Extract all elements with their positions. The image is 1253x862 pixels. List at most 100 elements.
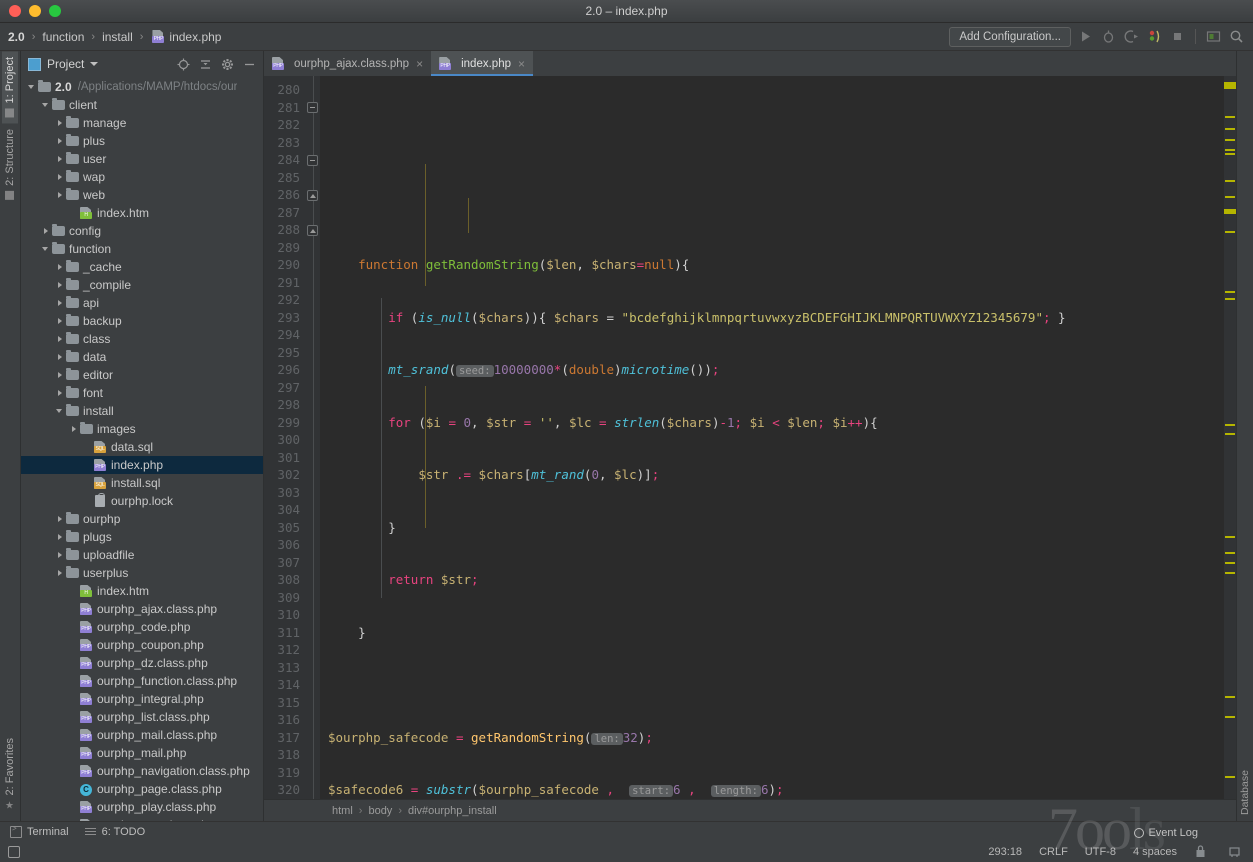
close-tab-icon[interactable]: × xyxy=(518,57,525,71)
tree-item[interactable]: data xyxy=(21,348,263,366)
tree-item[interactable]: 2.0/Applications/MAMP/htdocs/our xyxy=(21,78,263,96)
breadcrumb-project[interactable]: 2.0 xyxy=(8,30,25,44)
breadcrumb-file[interactable]: index.php xyxy=(169,30,221,44)
tree-item[interactable]: ourphp.lock xyxy=(21,492,263,510)
tree-item[interactable]: plus xyxy=(21,132,263,150)
chevron-down-icon[interactable] xyxy=(27,82,37,92)
run-icon[interactable] xyxy=(1077,28,1094,45)
run-with-coverage-icon[interactable] xyxy=(1123,28,1140,45)
tool-tab-database[interactable]: Database xyxy=(1237,57,1253,821)
chevron-right-icon[interactable] xyxy=(55,352,65,362)
tree-item[interactable]: images xyxy=(21,420,263,438)
tree-item[interactable]: user xyxy=(21,150,263,168)
locate-icon[interactable] xyxy=(177,58,190,71)
tree-item[interactable]: backup xyxy=(21,312,263,330)
fold-marker-icon[interactable] xyxy=(307,102,318,113)
chevron-down-icon[interactable] xyxy=(90,62,99,66)
chevron-right-icon[interactable] xyxy=(55,154,65,164)
stop-icon[interactable] xyxy=(1169,28,1186,45)
tree-item[interactable]: PHP ourphp_ajax.class.php xyxy=(21,600,263,618)
debug-icon[interactable] xyxy=(1100,28,1117,45)
chevron-down-icon[interactable] xyxy=(41,244,51,254)
tree-item[interactable]: editor xyxy=(21,366,263,384)
layout-icon[interactable] xyxy=(1205,28,1222,45)
chevron-right-icon[interactable] xyxy=(55,532,65,542)
tree-item[interactable]: api xyxy=(21,294,263,312)
editor-tab[interactable]: PHP ourphp_ajax.class.php × xyxy=(264,51,431,76)
chevron-right-icon[interactable] xyxy=(55,334,65,344)
hide-panel-icon[interactable] xyxy=(243,58,256,71)
collapse-all-icon[interactable] xyxy=(199,58,212,71)
chevron-right-icon[interactable] xyxy=(55,298,65,308)
tree-item[interactable]: client xyxy=(21,96,263,114)
indent-setting[interactable]: 4 spaces xyxy=(1133,846,1177,858)
tree-item[interactable]: userplus xyxy=(21,564,263,582)
chevron-right-icon[interactable] xyxy=(55,388,65,398)
breadcrumb-div[interactable]: div#ourphp_install xyxy=(408,805,497,817)
add-configuration-button[interactable]: Add Configuration... xyxy=(949,26,1071,47)
chevron-right-icon[interactable] xyxy=(41,226,51,236)
tree-item[interactable]: PHP ourphp_dz.class.php xyxy=(21,654,263,672)
tree-item[interactable]: manage xyxy=(21,114,263,132)
chevron-right-icon[interactable] xyxy=(55,550,65,560)
tool-button-todo[interactable]: 6: TODO xyxy=(84,826,145,838)
tree-item[interactable]: uploadfile xyxy=(21,546,263,564)
chevron-right-icon[interactable] xyxy=(55,568,65,578)
tree-item[interactable]: SQL data.sql xyxy=(21,438,263,456)
chevron-right-icon[interactable] xyxy=(69,424,79,434)
tree-item[interactable]: Hindex.htm xyxy=(21,582,263,600)
tree-item[interactable]: PHP ourphp_function.class.php xyxy=(21,672,263,690)
chevron-down-icon[interactable] xyxy=(41,100,51,110)
tool-tab-structure[interactable]: 2: Structure xyxy=(2,123,18,206)
tree-item[interactable]: class xyxy=(21,330,263,348)
chevron-down-icon[interactable] xyxy=(55,406,65,416)
chevron-right-icon[interactable] xyxy=(55,370,65,380)
tree-item[interactable]: _cache xyxy=(21,258,263,276)
error-stripe-bar[interactable] xyxy=(1224,76,1236,799)
tree-item[interactable]: install xyxy=(21,402,263,420)
fold-end-marker-icon[interactable] xyxy=(307,189,318,201)
code-editor[interactable]: 280 281 282 283 284 285 286 287 288 289 290 291 292 2… xyxy=(264,76,1236,799)
tree-item[interactable]: Courphp_page.class.php xyxy=(21,780,263,798)
chevron-right-icon[interactable] xyxy=(55,172,65,182)
tree-item[interactable]: PHP ourphp_play.class.php xyxy=(21,798,263,816)
code-folding-gutter[interactable] xyxy=(306,76,320,799)
tree-item[interactable]: PHP ourphp_navigation.class.php xyxy=(21,762,263,780)
editor-tab-bar[interactable]: PHP ourphp_ajax.class.php × PHP index.php × xyxy=(264,51,1236,76)
tree-item[interactable]: PHP ourphp_mail.class.php xyxy=(21,726,263,744)
chevron-right-icon[interactable] xyxy=(55,190,65,200)
tree-item[interactable]: SQL install.sql xyxy=(21,474,263,492)
tree-item[interactable]: PHP index.php xyxy=(21,456,263,474)
chevron-right-icon[interactable] xyxy=(55,136,65,146)
tool-tab-favorites[interactable]: ★ 2: Favorites xyxy=(2,732,18,815)
chevron-right-icon[interactable] xyxy=(55,316,65,326)
tree-item[interactable]: font xyxy=(21,384,263,402)
tool-button-terminal[interactable]: Terminal xyxy=(10,824,69,838)
breadcrumb-install[interactable]: install xyxy=(102,30,133,44)
tree-item[interactable]: _compile xyxy=(21,276,263,294)
lock-icon[interactable] xyxy=(1194,844,1211,861)
tree-item[interactable]: plugs xyxy=(21,528,263,546)
settings-gear-icon[interactable] xyxy=(221,58,234,71)
tree-item[interactable]: PHP ourphp_mail.php xyxy=(21,744,263,762)
close-tab-icon[interactable]: × xyxy=(416,57,423,71)
breadcrumb-function[interactable]: function xyxy=(42,30,84,44)
chevron-right-icon[interactable] xyxy=(55,118,65,128)
tree-item[interactable]: PHP ourphp_list.class.php xyxy=(21,708,263,726)
chevron-right-icon[interactable] xyxy=(55,280,65,290)
tree-item[interactable]: PHP ourphp_coupon.php xyxy=(21,636,263,654)
tree-item[interactable]: config xyxy=(21,222,263,240)
tree-item[interactable]: wap xyxy=(21,168,263,186)
chevron-right-icon[interactable] xyxy=(55,262,65,272)
editor-breadcrumb[interactable]: html › body › div#ourphp_install xyxy=(264,799,1236,821)
toggle-tool-windows-icon[interactable] xyxy=(8,846,20,858)
caret-position[interactable]: 293:18 xyxy=(988,846,1022,858)
tree-item[interactable]: Hindex.htm xyxy=(21,204,263,222)
event-log-button[interactable]: Event Log xyxy=(1134,827,1198,839)
tree-item[interactable]: web xyxy=(21,186,263,204)
profiler-icon[interactable] xyxy=(1146,28,1163,45)
tree-item[interactable]: PHP ourphp_code.php xyxy=(21,618,263,636)
chevron-right-icon[interactable] xyxy=(55,514,65,524)
memory-indicator-icon[interactable] xyxy=(1228,844,1245,861)
fold-end-marker-icon[interactable] xyxy=(307,224,318,236)
